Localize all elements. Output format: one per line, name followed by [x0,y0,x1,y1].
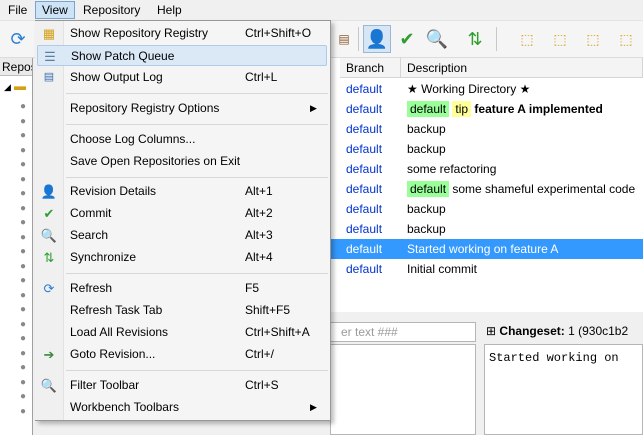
menu-separator [66,124,328,125]
menu-item-choose-log-columns[interactable]: Choose Log Columns... [37,129,327,150]
revision-branch: default [346,242,383,256]
menu-item-show-patch-queue[interactable]: ☰ Show Patch Queue [37,45,327,66]
revision-branch: default [346,262,383,276]
changeset-message[interactable]: Started working on [484,344,643,435]
repo-tree-items[interactable]: ● ● ● ● ● ● ● ● ● ● ● ● ● ● ● ● ● ● ● ● ● ● [20,100,30,419]
revision-branch: default [346,102,383,116]
refresh-icon[interactable]: ⟳ [4,25,32,53]
menu-item-show-output-log[interactable]: ▤ Show Output Log Ctrl+L [37,67,327,88]
menu-item-show-repository-registry[interactable]: ▦ Show Repository Registry Ctrl+Shift+O [37,23,327,44]
folder-icon: ▬ [14,79,26,93]
revision-description: default tip feature A implemented [407,99,603,119]
menu-separator [66,177,328,178]
patch-queue-icon: ☰ [44,48,56,64]
revision-row[interactable]: default backup [330,199,643,219]
menu-item-commit[interactable]: ✔ Commit Alt+2 [37,203,327,224]
commit-checkmark-icon[interactable]: ✔ [393,25,421,53]
tree-expander-icon[interactable]: ◢ [4,82,11,93]
tag-badge: default [407,101,450,117]
revision-row[interactable]: default backup [330,219,643,239]
column-header-branch[interactable]: Branch [340,58,401,78]
revision-row-selected[interactable]: default Started working on feature A [330,239,643,259]
search-icon: 🔍 [40,227,58,243]
tag-badge: tip [452,101,472,117]
menu-item-workbench-toolbars[interactable]: Workbench Toolbars ▶ [37,397,327,418]
revision-description: backup [407,122,446,136]
expand-toggle-icon[interactable]: ⊞ [486,324,496,338]
menu-item-search[interactable]: 🔍 Search Alt+3 [37,225,327,246]
submenu-arrow-icon: ▶ [310,103,317,113]
star-icon: ★ [516,82,531,96]
tag-badge: default [407,181,450,197]
repository-tree-header: Repos [0,58,32,76]
menu-separator [66,273,328,274]
menu-separator [66,370,328,371]
revision-branch: default [346,82,383,96]
revision-branch: default [346,222,383,236]
menu-item-load-all-revisions[interactable]: Load All Revisions Ctrl+Shift+A [37,322,327,343]
goto-revision-icon: ➔ [43,346,55,362]
revision-branch: default [346,202,383,216]
toolbar-separator [496,27,497,51]
revision-description: backup [407,222,446,236]
menu-item-revision-details[interactable]: 👤 Revision Details Alt+1 [37,181,327,202]
checkmark-icon: ✔ [43,205,55,221]
revision-row[interactable]: default default tip feature A implemente… [330,99,643,119]
synchronize-icon: ⇅ [43,249,55,265]
menu-separator [66,93,328,94]
revision-branch: default [346,142,383,156]
menu-file[interactable]: File [2,2,33,18]
changeset-header: ⊞ Changeset: 1 (930c1b2 [486,322,643,340]
filter-icon: 🔍 [40,377,58,393]
revision-description: default some shameful experimental code [407,179,635,199]
revision-row[interactable]: default some refactoring [330,159,643,179]
pull-icon[interactable]: ⬚ [513,25,541,53]
changeset-label: Changeset: [499,324,565,338]
star-icon: ★ [407,82,422,96]
submenu-arrow-icon: ▶ [310,402,317,412]
search-icon[interactable]: 🔍 [423,25,451,53]
changeset-value: 1 (930c1b2 [568,324,629,338]
menu-item-filter-toolbar[interactable]: 🔍 Filter Toolbar Ctrl+S [37,375,327,396]
menu-item-refresh[interactable]: ⟳ Refresh F5 [37,278,327,299]
revision-details-icon: 👤 [40,183,58,199]
revision-description: Initial commit [407,262,478,276]
menu-item-goto-revision[interactable]: ➔ Goto Revision... Ctrl+/ [37,344,327,365]
incoming-icon[interactable]: ⬚ [546,25,574,53]
repository-registry-icon: ▦ [42,25,56,41]
menubar: File View Repository Help [0,0,643,21]
revision-row[interactable]: default default some shameful experiment… [330,179,643,199]
outgoing-icon[interactable]: ⬚ [579,25,607,53]
menu-item-synchronize[interactable]: ⇅ Synchronize Alt+4 [37,247,327,268]
menu-item-save-open-repositories[interactable]: Save Open Repositories on Exit [37,151,327,172]
revision-row[interactable]: default ★ Working Directory ★ [330,79,643,99]
revision-description: some refactoring [407,162,497,176]
revision-description: backup [407,202,446,216]
synchronize-icon[interactable]: ⇅ [461,25,489,53]
menu-view[interactable]: View [35,1,75,19]
column-header-description[interactable]: Description [401,58,643,78]
revision-row[interactable]: default backup [330,119,643,139]
revision-branch: default [346,122,383,136]
revision-details-icon[interactable]: 👤 [363,25,391,53]
menu-help[interactable]: Help [151,2,188,18]
menu-repository[interactable]: Repository [77,2,146,18]
revision-description: backup [407,142,446,156]
menu-item-refresh-task-tab[interactable]: Refresh Task Tab Shift+F5 [37,300,327,321]
file-filter-input[interactable]: er text ### [330,322,476,342]
revision-branch: default [346,182,383,196]
revision-row[interactable]: default backup [330,139,643,159]
toolbar-separator [358,27,359,51]
revision-row[interactable]: default Initial commit [330,259,643,279]
revision-description: ★ Working Directory ★ [407,82,531,96]
log-icon[interactable]: ▤ [330,25,358,53]
refresh-icon: ⟳ [43,280,55,296]
revision-description: Started working on feature A [407,242,559,256]
menu-item-repository-registry-options[interactable]: Repository Registry Options ▶ [37,98,327,119]
file-list[interactable] [330,344,476,435]
output-log-icon: ▤ [43,70,55,83]
push-icon[interactable]: ⬚ [612,25,640,53]
revision-branch: default [346,162,383,176]
